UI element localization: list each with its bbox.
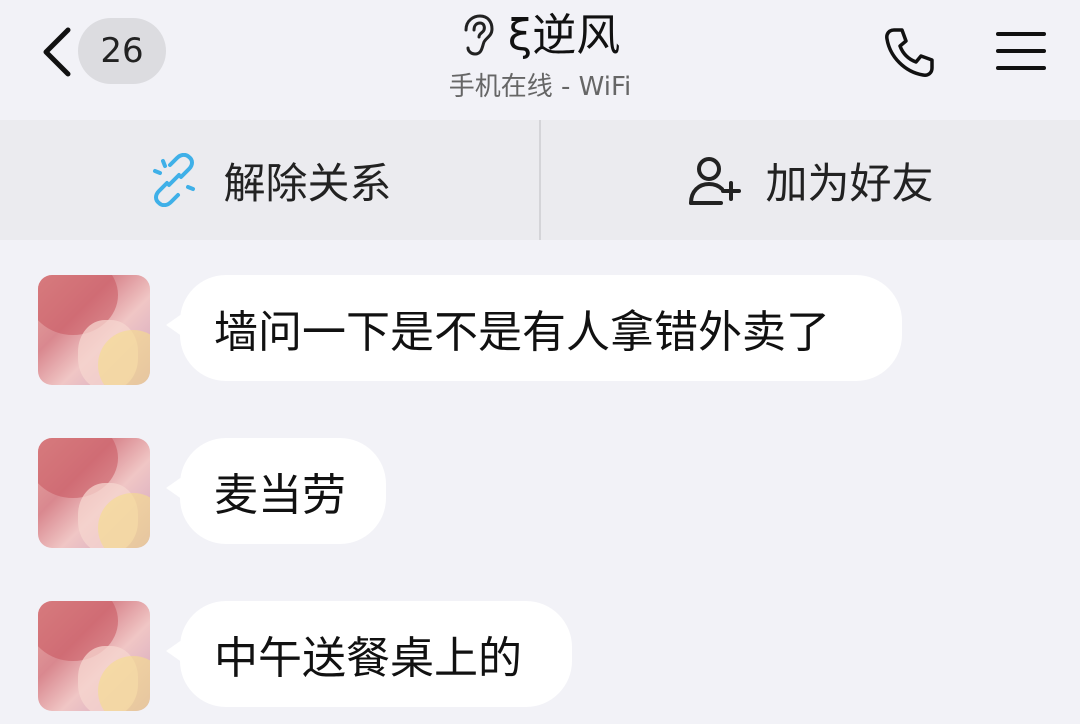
message-bubble[interactable]: 麦当劳	[180, 438, 386, 544]
avatar[interactable]	[38, 438, 150, 548]
add-friend-label: 加为好友	[765, 158, 934, 208]
avatar[interactable]	[38, 601, 150, 711]
broken-link-icon	[153, 153, 196, 207]
message-row: 中午送餐桌上的	[0, 601, 1080, 711]
menu-button[interactable]	[994, 26, 1048, 76]
contact-name: ξ逆风	[507, 10, 621, 61]
remove-relationship-button[interactable]: 解除关系	[0, 120, 539, 240]
add-friend-button[interactable]: 加为好友	[541, 120, 1080, 240]
add-user-icon	[689, 157, 742, 205]
remove-relationship-label: 解除关系	[223, 158, 392, 208]
message-row: 麦当劳	[0, 438, 1080, 548]
message-bubble[interactable]: 墙问一下是不是有人拿错外卖了	[180, 275, 902, 381]
avatar[interactable]	[38, 275, 150, 385]
message-bubble[interactable]: 中午送餐桌上的	[180, 601, 572, 707]
call-button[interactable]	[880, 24, 938, 82]
hamburger-menu-icon	[996, 32, 1046, 70]
phone-icon	[885, 28, 934, 77]
chat-header: 26 ξ逆风 手机在线 - WiFi	[0, 0, 1080, 120]
relationship-action-bar: 解除关系 加为好友	[0, 120, 1080, 240]
ear-icon	[464, 14, 494, 56]
message-row: 墙问一下是不是有人拿错外卖了	[0, 275, 1080, 385]
